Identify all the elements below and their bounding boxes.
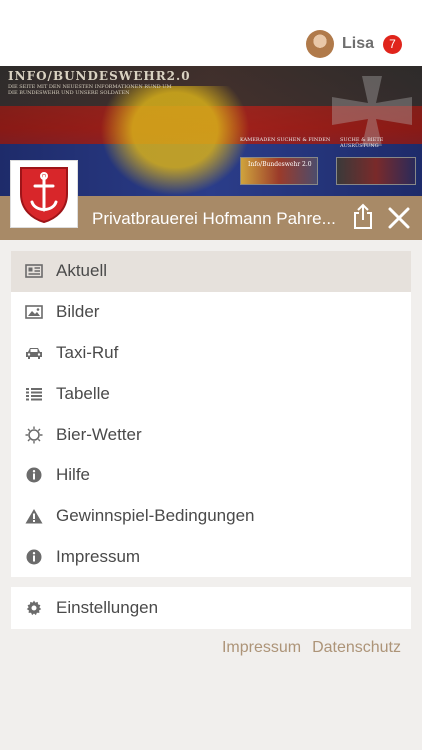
nav-menu: Aktuell Bilder Taxi-Ruf Tabelle Bier-Wet… xyxy=(11,251,411,578)
menu-item-label: Tabelle xyxy=(56,383,110,403)
menu-item-label: Aktuell xyxy=(56,261,108,281)
banner-link-ausruestung[interactable]: SUCHE & BIETE AUSRÜSTUNG xyxy=(340,137,422,149)
menu-item-label: Bier-Wetter xyxy=(56,424,142,444)
banner-link-kameraden[interactable]: KAMERADEN SUCHEN & FINDEN xyxy=(240,137,330,143)
footer-links: Impressum Datenschutz xyxy=(211,639,401,657)
notification-badge[interactable]: 7 xyxy=(383,34,402,54)
banner-thumbnail-label: Info/Bundeswehr 2.0 xyxy=(248,161,312,168)
gear-icon xyxy=(25,599,43,617)
sun-icon xyxy=(25,426,43,444)
menu-item-bier-wetter[interactable]: Bier-Wetter xyxy=(11,414,411,455)
menu-item-tabelle[interactable]: Tabelle xyxy=(11,373,411,414)
avatar[interactable] xyxy=(305,30,334,58)
image-icon xyxy=(25,303,43,321)
eagle-emblem-icon xyxy=(100,86,250,196)
car-icon xyxy=(25,344,43,362)
menu-item-einstellungen[interactable]: Einstellungen xyxy=(11,587,411,629)
share-icon[interactable] xyxy=(352,203,374,229)
anchor-shield-icon xyxy=(20,167,68,224)
newspaper-icon xyxy=(25,262,43,280)
impressum-link[interactable]: Impressum xyxy=(222,639,301,657)
menu-item-gewinnspiel-bedingungen[interactable]: Gewinnspiel-Bedingungen xyxy=(11,496,411,537)
menu-item-aktuell[interactable]: Aktuell xyxy=(11,251,411,292)
close-icon[interactable] xyxy=(387,206,411,230)
user-name[interactable]: Lisa xyxy=(342,35,374,53)
menu-item-label: Taxi-Ruf xyxy=(56,342,119,362)
menu-item-taxi-ruf[interactable]: Taxi-Ruf xyxy=(11,333,411,374)
brewery-logo xyxy=(10,160,78,228)
info-icon xyxy=(25,466,43,484)
banner-subtitle: DIE SEITE MIT DEN NEUESTEN INFORMATIONEN… xyxy=(8,84,172,96)
menu-item-impressum[interactable]: Impressum xyxy=(11,537,411,578)
banner-title: INFO/BUNDESWEHR2.0 xyxy=(8,69,191,83)
list-icon xyxy=(25,385,43,403)
user-profile[interactable]: Lisa 7 xyxy=(305,30,402,58)
info-icon xyxy=(25,548,43,566)
datenschutz-link[interactable]: Datenschutz xyxy=(312,639,401,657)
warning-icon xyxy=(25,507,43,525)
menu-item-label: Hilfe xyxy=(56,465,91,485)
menu-item-bilder[interactable]: Bilder xyxy=(11,292,411,333)
menu-item-hilfe[interactable]: Hilfe xyxy=(11,455,411,496)
banner-thumbnail[interactable] xyxy=(336,157,416,185)
menu-item-label: Bilder xyxy=(56,302,100,322)
menu-item-label: Einstellungen xyxy=(56,598,159,617)
menu-item-label: Gewinnspiel-Bedingungen xyxy=(56,506,255,526)
top-bar: Lisa 7 xyxy=(0,0,422,66)
page-title: Privatbrauerei Hofmann Pahre... xyxy=(92,209,336,228)
menu-item-label: Impressum xyxy=(56,546,141,566)
iron-cross-icon xyxy=(332,76,412,146)
